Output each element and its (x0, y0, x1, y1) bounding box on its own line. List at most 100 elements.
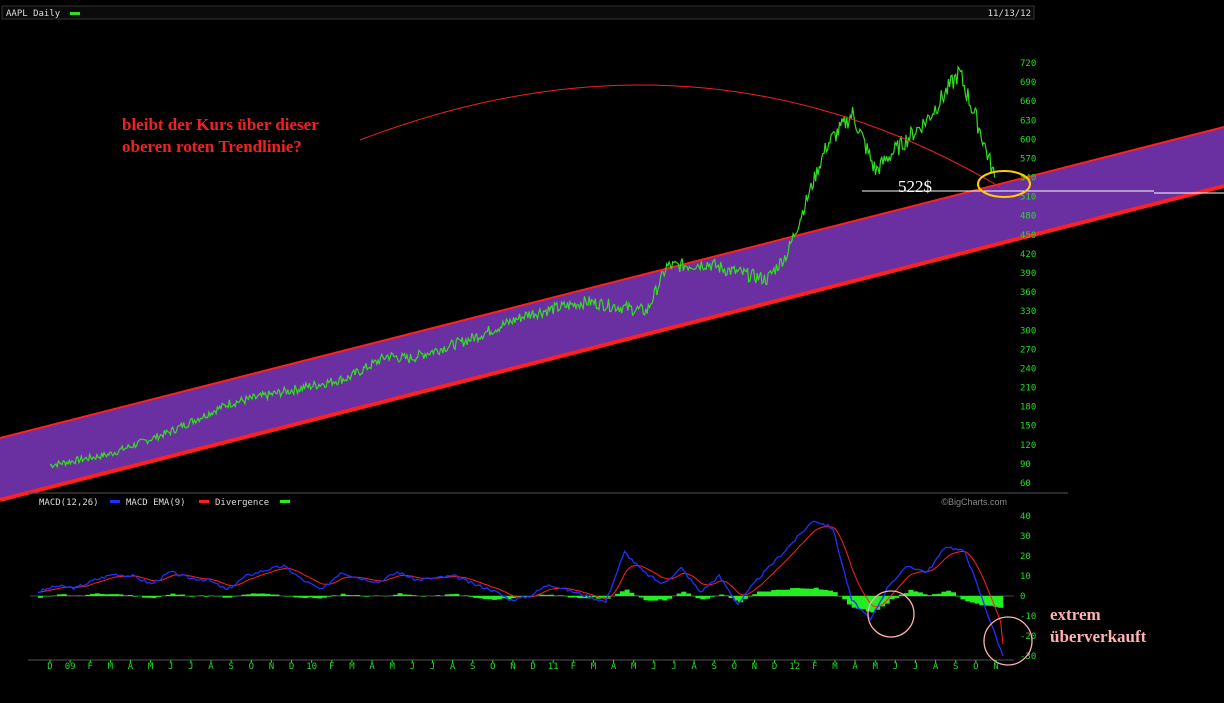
divergence-bar (56, 594, 62, 596)
x-tick-label: A (369, 662, 375, 672)
divergence-bar (828, 590, 833, 596)
divergence-bar (657, 596, 663, 600)
x-tick-label: D (772, 662, 777, 672)
divergence-bar (99, 594, 105, 596)
divergence-bar (648, 596, 654, 601)
divergence-bar (913, 591, 919, 596)
legend-signal-swatch (199, 500, 209, 503)
divergence-bar (861, 596, 867, 610)
divergence-bar (965, 596, 971, 602)
price-tick-label: 360 (1020, 288, 1036, 298)
divergence-bar (203, 596, 209, 597)
price-tick-label: 450 (1020, 231, 1036, 241)
divergence-bar (61, 594, 67, 596)
divergence-bar (317, 596, 323, 599)
divergence-bar (241, 594, 247, 596)
time-x-axis: D 09 F M A M J J A S O N D 10 F M A M J J A S O N D 11 F M A M J J A S O N D… (47, 660, 999, 672)
divergence-bar (312, 596, 318, 599)
divergence-bar (246, 594, 252, 596)
x-tick-label: O (490, 662, 495, 672)
divergence-bar (681, 591, 687, 596)
x-tick-label: 10 (306, 662, 317, 672)
macd-tick-label: -20 (1020, 632, 1036, 642)
trend-channel (0, 127, 1224, 500)
divergence-bar (250, 593, 256, 596)
divergence-bar (402, 594, 408, 596)
divergence-bar (766, 591, 772, 596)
divergence-bar (667, 596, 673, 599)
divergence-bar (265, 593, 271, 596)
divergence-bar (629, 592, 635, 596)
divergence-bar (799, 588, 805, 596)
macd-tick-label: 30 (1020, 532, 1031, 542)
divergence-bar (255, 593, 261, 596)
divergence-bar (496, 596, 502, 600)
x-tick-label: S (228, 662, 233, 672)
divergence-bar (298, 596, 304, 598)
legend-divergence-swatch (280, 500, 290, 503)
price-tick-label: 180 (1020, 403, 1036, 413)
divergence-bar (227, 596, 233, 598)
legend-macd-swatch (110, 500, 120, 503)
divergence-bar (170, 593, 176, 596)
divergence-bar (127, 595, 133, 596)
symbol-label: AAPL Daily (6, 9, 61, 19)
x-tick-label: J (410, 662, 415, 672)
lower-trendline (0, 184, 1224, 502)
divergence-bar (473, 596, 479, 598)
legend-macd: MACD(12,26) (39, 498, 99, 508)
x-tick-label: A (611, 662, 617, 672)
divergence-bar (421, 596, 427, 597)
divergence-bar (653, 596, 658, 601)
divergence-bar (615, 593, 621, 596)
x-tick-label: J (168, 662, 173, 672)
x-tick-label: J (893, 662, 898, 672)
divergence-bar (624, 589, 630, 596)
divergence-bar (969, 596, 975, 603)
x-tick-label: A (450, 662, 456, 672)
price-tick-label: 300 (1020, 326, 1036, 336)
divergence-bar (719, 594, 725, 596)
divergence-bar (113, 594, 119, 596)
divergence-bar (832, 592, 838, 596)
divergence-bar (90, 594, 95, 596)
x-tick-label: D (530, 662, 535, 672)
x-tick-label: M (832, 662, 838, 672)
divergence-bar (548, 594, 554, 596)
x-tick-label: S (470, 662, 475, 672)
price-tick-label: 210 (1020, 384, 1036, 394)
x-tick-label: O (732, 662, 737, 672)
signal-series-line (38, 525, 1004, 645)
divergence-bar (331, 595, 337, 596)
x-tick-label: A (208, 662, 214, 672)
divergence-bar (686, 593, 692, 596)
x-tick-label: N (269, 662, 274, 672)
divergence-bar (544, 594, 550, 596)
divergence-bar (156, 596, 162, 597)
header-bar (1, 5, 1035, 20)
divergence-bar (492, 596, 498, 600)
divergence-bar (468, 596, 474, 597)
divergence-bar (231, 596, 237, 597)
x-tick-label: F (571, 662, 576, 672)
divergence-bar (222, 596, 228, 598)
x-tick-label: M (631, 662, 637, 672)
price-tick-label: 630 (1020, 116, 1036, 126)
x-tick-label: A (691, 662, 697, 672)
divergence-bar (175, 594, 181, 596)
x-tick-label: A (852, 662, 858, 672)
divergence-bar (600, 596, 606, 598)
x-tick-label: N (993, 662, 998, 672)
divergence-bar (373, 595, 379, 596)
divergence-bar (823, 590, 829, 596)
x-tick-label: F (88, 662, 93, 672)
divergence-bar (326, 596, 332, 597)
divergence-bar (998, 596, 1004, 608)
divergence-bar (695, 596, 701, 599)
divergence-bar (705, 596, 710, 599)
x-tick-label: D (289, 662, 294, 672)
upper-trendline (0, 126, 1224, 439)
divergence-bar (946, 590, 952, 596)
divergence-bar (354, 595, 360, 596)
price-tick-label: 60 (1020, 479, 1031, 489)
